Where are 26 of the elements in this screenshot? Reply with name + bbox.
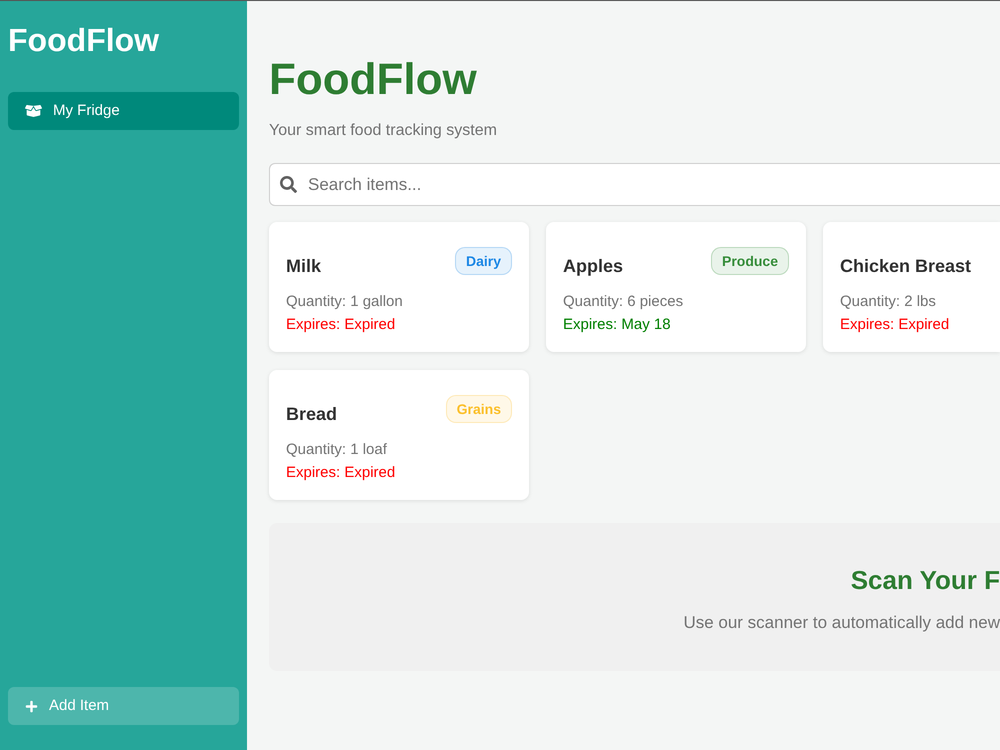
search-icon (280, 176, 297, 193)
item-expiry: Expires: Expired (840, 315, 950, 335)
page-title: FoodFlow (269, 54, 477, 106)
item-name: Milk (286, 255, 322, 277)
scan-title: Scan Your F (850, 565, 1000, 596)
sidebar-title: FoodFlow (8, 21, 160, 59)
add-item-button[interactable]: Add Item (8, 687, 239, 725)
item-expiry: Expires: Expired (286, 463, 396, 483)
category-tag: Dairy (454, 247, 512, 275)
box-icon (25, 104, 42, 118)
item-name: Apples (563, 255, 624, 277)
item-quantity: Quantity: 1 loaf (286, 440, 387, 460)
item-quantity: Quantity: 1 gallon (286, 292, 403, 312)
plus-icon (25, 700, 38, 712)
search-field[interactable]: Search items... (269, 163, 1000, 206)
item-name: Bread (286, 403, 338, 425)
item-expiry: Expires: May 18 (563, 315, 671, 335)
category-tag: Produce (710, 247, 789, 275)
item-quantity: Quantity: 6 pieces (563, 292, 684, 312)
category-tag: Grains (446, 395, 512, 423)
page-subtitle: Your smart food tracking system (269, 121, 497, 141)
item-expiry: Expires: Expired (286, 315, 396, 335)
scan-text: Use our scanner to automatically add new (683, 613, 1000, 633)
item-quantity: Quantity: 2 lbs (840, 292, 936, 312)
nav-item[interactable]: My Fridge (8, 92, 239, 130)
item-name: Chicken Breast (840, 255, 972, 277)
